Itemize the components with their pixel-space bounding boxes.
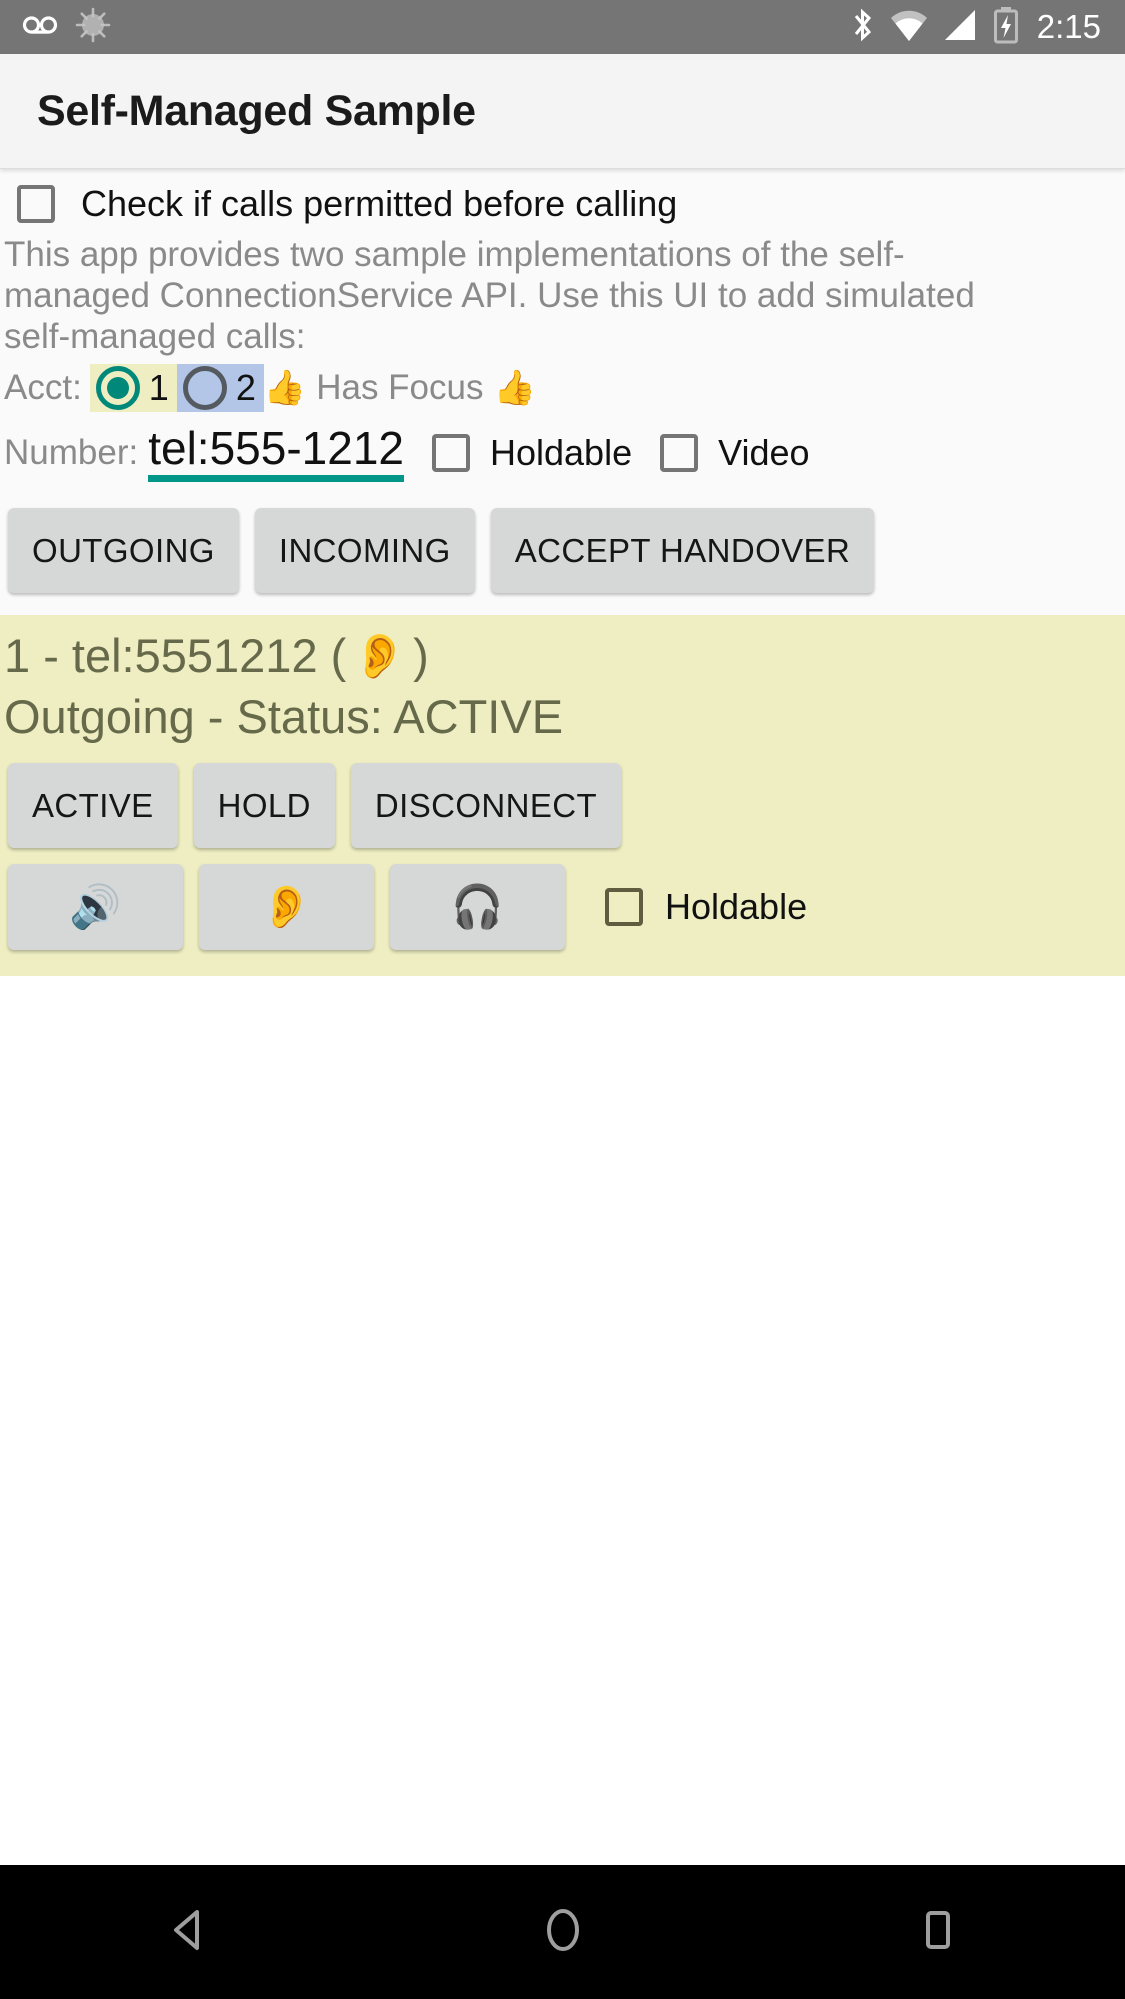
status-bar: 2:15 xyxy=(0,0,1125,54)
number-input-underline xyxy=(148,475,404,483)
cell-signal-icon xyxy=(943,8,979,47)
check-permitted-checkbox[interactable] xyxy=(17,185,55,223)
call-title-prefix: 1 - tel:5551212 ( xyxy=(4,629,347,683)
page-title: Self-Managed Sample xyxy=(37,86,476,135)
account-option-1[interactable]: 1 xyxy=(89,363,177,412)
holdable-label: Holdable xyxy=(489,431,633,473)
call-status-line: Outgoing - Status: ACTIVE xyxy=(4,689,564,743)
call-holdable-row[interactable]: Holdable xyxy=(581,886,807,928)
outgoing-button[interactable]: OUTGOING xyxy=(8,508,239,594)
call-holdable-checkbox[interactable] xyxy=(605,887,643,926)
number-input-row: Number: tel:555-1212 Holdable Video xyxy=(0,414,1125,486)
navigation-bar xyxy=(0,1865,1125,1999)
number-input[interactable]: tel:555-1212 xyxy=(148,421,404,483)
nav-recents-button[interactable] xyxy=(848,1865,1028,1999)
video-checkbox[interactable] xyxy=(660,433,699,472)
call-disconnect-button[interactable]: DISCONNECT xyxy=(350,762,622,848)
call-active-button[interactable]: ACTIVE xyxy=(8,762,178,848)
sync-spinner-icon xyxy=(74,6,112,49)
phone-screen: 2:15 Self-Managed Sample Check if calls … xyxy=(0,0,1125,1999)
holdable-checkbox[interactable] xyxy=(431,433,470,472)
call-audio-route-buttons: 🔊 👂 🎧 Holdable xyxy=(0,848,1125,950)
audio-route-headset-button[interactable]: 🎧 xyxy=(390,863,565,950)
back-triangle-icon xyxy=(167,1906,209,1959)
call-card: 1 - tel:5551212 ( 👂 ) Outgoing - Status:… xyxy=(0,615,1125,976)
video-row[interactable]: Video xyxy=(632,431,810,474)
call-holdable-label: Holdable xyxy=(665,885,808,927)
audio-route-speaker-button[interactable]: 🔊 xyxy=(8,863,183,950)
ear-icon: 👂 xyxy=(352,630,408,682)
account-radio-2[interactable] xyxy=(182,365,227,410)
account-radio-1[interactable] xyxy=(95,365,140,410)
recents-square-icon xyxy=(919,1906,957,1959)
status-bar-left-icons xyxy=(22,6,112,49)
call-state-buttons: ACTIVE HOLD DISCONNECT xyxy=(0,747,1125,848)
nav-home-button[interactable] xyxy=(473,1865,653,1999)
incoming-button[interactable]: INCOMING xyxy=(254,508,475,594)
battery-charging-icon xyxy=(993,6,1019,49)
call-title-suffix: ) xyxy=(413,629,429,683)
has-focus-label: Has Focus xyxy=(316,367,484,407)
call-hold-button[interactable]: HOLD xyxy=(193,762,335,848)
voicemail-icon xyxy=(22,12,58,43)
home-circle-icon xyxy=(541,1904,585,1961)
holdable-row[interactable]: Holdable xyxy=(404,432,632,474)
audio-route-earpiece-button[interactable]: 👂 xyxy=(199,863,374,950)
main-content: Check if calls permitted before calling … xyxy=(0,169,1125,976)
account-option-2[interactable]: 2 xyxy=(176,363,264,412)
accept-handover-button[interactable]: ACCEPT HANDOVER xyxy=(490,508,875,594)
account-label: Acct: xyxy=(4,367,82,407)
number-input-value: tel:555-1212 xyxy=(148,421,404,474)
bluetooth-icon xyxy=(851,6,875,49)
check-permitted-label: Check if calls permitted before calling xyxy=(81,183,678,224)
account-selector-row: Acct: 1 2 👍 Has Focus 👍 xyxy=(0,358,1125,414)
account-radio-2-label: 2 xyxy=(235,366,256,408)
status-bar-right-icons: 2:15 xyxy=(851,6,1103,49)
video-label: Video xyxy=(718,431,810,473)
check-permitted-row[interactable]: Check if calls permitted before calling xyxy=(0,169,1125,235)
call-title: 1 - tel:5551212 ( 👂 ) xyxy=(0,627,1125,686)
account-radio-1-label: 1 xyxy=(148,366,169,408)
number-label: Number: xyxy=(4,432,139,472)
app-bar: Self-Managed Sample xyxy=(0,54,1125,169)
thumbs-up-icon: 👍 xyxy=(493,367,536,408)
app-description: This app provides two sample implementat… xyxy=(4,235,975,356)
call-action-buttons: OUTGOING INCOMING ACCEPT HANDOVER xyxy=(0,486,1125,615)
status-bar-clock: 2:15 xyxy=(1036,8,1101,45)
thumbs-up-icon: 👍 xyxy=(263,367,307,408)
wifi-icon xyxy=(889,8,929,47)
nav-back-button[interactable] xyxy=(98,1865,278,1999)
